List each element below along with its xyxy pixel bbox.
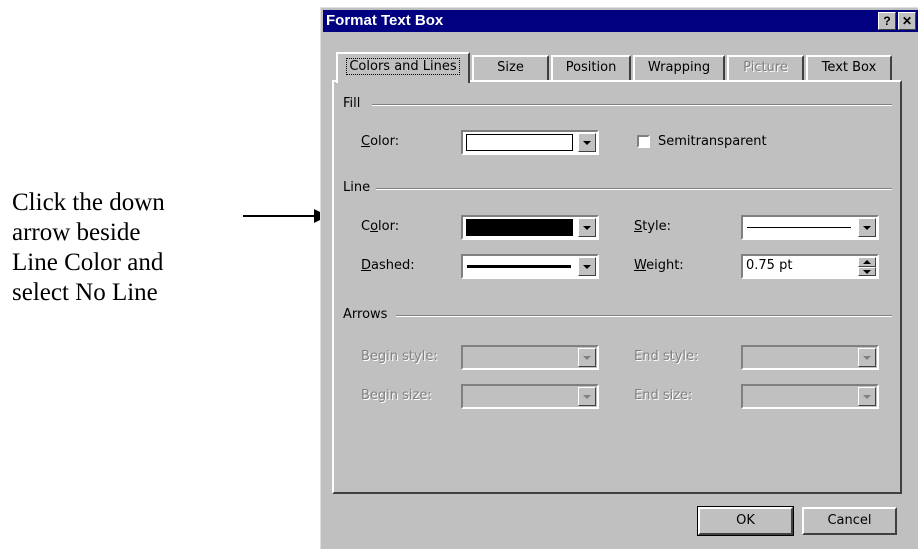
fill-color-label: Color: [361, 134, 400, 149]
dashed-dropdown[interactable] [461, 254, 599, 279]
line-style-label: Style: [634, 219, 672, 234]
weight-label: Weight: [634, 258, 684, 273]
annotation-line: Click the down [12, 189, 165, 216]
end-style-dropdown [741, 345, 879, 370]
close-button[interactable]: ✕ [898, 12, 916, 30]
fill-color-swatch [466, 134, 573, 151]
ok-button[interactable]: OK [697, 506, 794, 536]
annotation-line: Line Color and [12, 249, 164, 276]
help-button[interactable]: ? [878, 12, 896, 30]
tab-position[interactable]: Position [551, 55, 631, 80]
line-group-label: Line [343, 180, 377, 195]
dialog-title: Format Text Box [326, 12, 444, 29]
instruction-annotation: Click the down arrow beside Line Color a… [12, 188, 242, 308]
tab-label: Position [565, 60, 617, 75]
tab-label: Text Box [821, 60, 877, 75]
end-size-dropdown-arrow-icon [858, 387, 876, 406]
arrows-divider [396, 315, 892, 317]
tab-colors-and-lines[interactable]: Colors and Lines [336, 52, 470, 83]
tab-label: Colors and Lines [346, 58, 460, 75]
weight-spinner[interactable]: 0.75 pt [741, 254, 879, 279]
annotation-line: select No Line [12, 279, 158, 306]
colors-and-lines-panel: Fill Color: Semitransparent Line Color: … [332, 80, 902, 494]
line-divider [376, 188, 892, 190]
end-style-label: End style: [634, 349, 699, 364]
tab-label: Wrapping [647, 60, 711, 75]
line-color-label: Color: [361, 219, 400, 234]
line-style-dropdown-arrow-icon[interactable] [858, 218, 876, 237]
spin-up-icon[interactable] [858, 257, 876, 267]
spin-down-icon[interactable] [858, 267, 876, 276]
fill-color-label-rest: olor: [370, 134, 400, 149]
tab-wrapping[interactable]: Wrapping [633, 55, 725, 80]
end-size-label: End size: [634, 388, 693, 403]
semitransparent-checkbox[interactable] [637, 135, 650, 148]
tab-size[interactable]: Size [472, 55, 549, 80]
title-bar[interactable]: Format Text Box ? ✕ [323, 10, 918, 32]
weight-value[interactable]: 0.75 pt [746, 258, 792, 273]
fill-group-label: Fill [343, 96, 367, 111]
dashed-sample [467, 265, 571, 268]
end-size-dropdown [741, 384, 879, 409]
tab-label: Picture [743, 60, 788, 75]
tab-text-box[interactable]: Text Box [806, 55, 892, 80]
fill-color-dropdown-arrow-icon[interactable] [578, 133, 596, 152]
annotation-line: arrow beside [12, 219, 141, 246]
line-color-swatch [466, 219, 573, 236]
begin-size-label: Begin size: [361, 388, 432, 403]
semitransparent-label: Semitransparent [658, 134, 767, 149]
begin-style-dropdown [461, 345, 599, 370]
dashed-dropdown-arrow-icon[interactable] [578, 257, 596, 276]
tab-label: Size [497, 60, 524, 75]
begin-size-dropdown [461, 384, 599, 409]
format-text-box-dialog: Format Text Box ? ✕ Colors and Lines Siz… [320, 7, 918, 549]
fill-divider [372, 104, 892, 106]
pointer-arrow-line [243, 215, 317, 217]
weight-spin-buttons [858, 257, 876, 276]
begin-style-label: Begin style: [361, 349, 438, 364]
line-style-sample [747, 227, 851, 228]
cancel-button[interactable]: Cancel [802, 507, 897, 535]
tab-picture: Picture [727, 55, 804, 80]
arrows-group-label: Arrows [343, 307, 394, 322]
line-color-dropdown-arrow-icon[interactable] [578, 218, 596, 237]
end-style-dropdown-arrow-icon [858, 348, 876, 367]
line-style-dropdown[interactable] [741, 215, 879, 240]
fill-color-dropdown[interactable] [461, 130, 599, 155]
dashed-label: Dashed: [361, 258, 415, 273]
begin-size-dropdown-arrow-icon [578, 387, 596, 406]
line-color-dropdown[interactable] [461, 215, 599, 240]
begin-style-dropdown-arrow-icon [578, 348, 596, 367]
